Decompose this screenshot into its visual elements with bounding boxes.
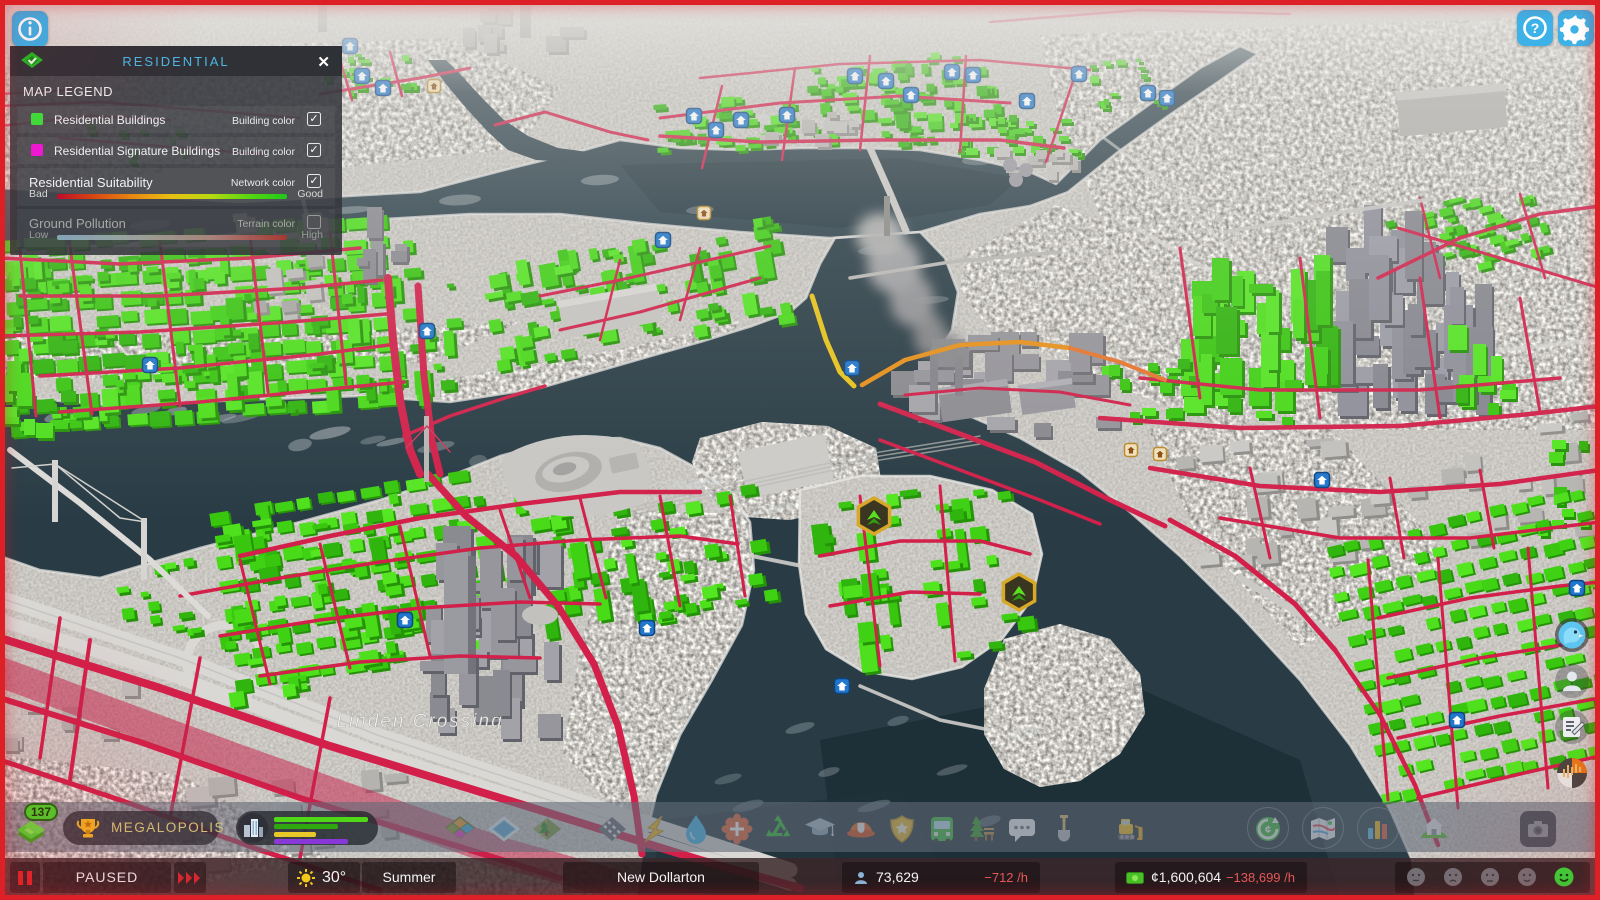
svg-text:Linden Crossing: Linden Crossing — [336, 711, 503, 732]
svg-text:?: ? — [1531, 20, 1540, 36]
